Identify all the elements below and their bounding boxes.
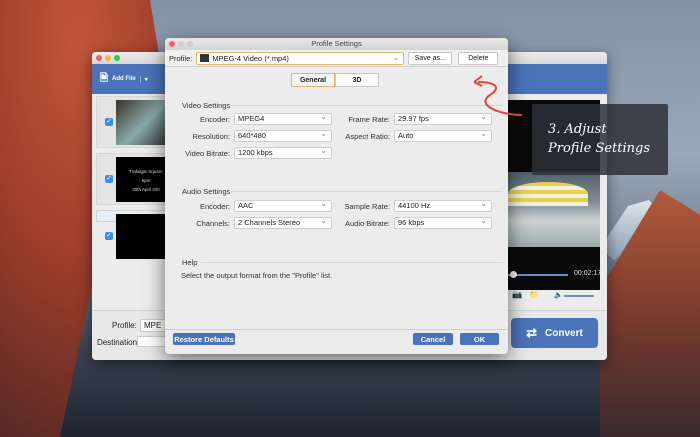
ok-button[interactable]: OK bbox=[460, 333, 499, 345]
snapshot-icon[interactable]: 📷 bbox=[512, 290, 522, 299]
dialog-title: Profile Settings bbox=[311, 39, 362, 48]
sample-rate-label: Sample Rate: bbox=[344, 202, 390, 211]
close-button[interactable] bbox=[96, 55, 102, 61]
checkbox[interactable]: ✓ bbox=[105, 175, 113, 183]
volume-icon[interactable]: 🔈 bbox=[554, 291, 563, 299]
sample-rate-select[interactable]: 44100 Hz bbox=[394, 199, 492, 212]
convert-button[interactable]: ⇄ Convert bbox=[511, 318, 598, 348]
video-encoder-select[interactable]: MPEG4 bbox=[234, 112, 332, 125]
profile-label: Profile: bbox=[169, 53, 193, 63]
convert-icon: ⇄ bbox=[526, 325, 538, 340]
tab-bar: General 3D bbox=[291, 73, 379, 87]
destination-label: Destination: bbox=[97, 338, 140, 347]
delete-button[interactable]: Delete bbox=[458, 51, 499, 65]
save-as-button[interactable]: Save as... bbox=[408, 51, 453, 65]
minimize-button[interactable] bbox=[105, 55, 111, 61]
progress-slider[interactable] bbox=[508, 274, 568, 276]
add-file-dropdown-icon[interactable]: ▾ bbox=[139, 75, 148, 83]
video-encoder-label: Encoder: bbox=[199, 115, 230, 124]
volume-slider[interactable] bbox=[564, 295, 594, 297]
annotation-arrow-icon bbox=[473, 75, 523, 116]
progress-handle[interactable] bbox=[510, 271, 517, 278]
dialog-titlebar: Profile Settings bbox=[165, 38, 508, 50]
aspect-ratio-label: Aspect Ratio: bbox=[345, 132, 390, 141]
help-heading: Help bbox=[182, 258, 198, 267]
resolution-select[interactable]: 640*480 bbox=[234, 129, 332, 142]
convert-label: Convert bbox=[545, 327, 583, 339]
zoom-button[interactable] bbox=[187, 41, 193, 47]
tab-3d[interactable]: 3D bbox=[335, 73, 379, 87]
audio-encoder-label: Encoder: bbox=[199, 202, 230, 211]
channels-select[interactable]: 2 Channels Stereo bbox=[234, 216, 332, 229]
profile-row: Profile: MPEG-4 Video (*.mp4) ⌄ Save as.… bbox=[165, 50, 508, 67]
chevron-down-icon: ⌄ bbox=[392, 52, 400, 62]
restore-defaults-button[interactable]: Restore Defaults bbox=[173, 333, 235, 345]
tab-general[interactable]: General bbox=[291, 73, 335, 87]
file-list: ✓ ✓ Trafalgar Square 6pm 30th April 200 ✓ bbox=[96, 96, 194, 259]
frame-rate-label: Frame Rate: bbox=[348, 115, 390, 124]
close-button[interactable] bbox=[169, 41, 175, 47]
add-file-icon: 🗎 bbox=[100, 72, 109, 84]
footer-divider bbox=[165, 329, 508, 330]
profile-label: Profile: bbox=[112, 321, 137, 330]
file-item[interactable]: ✓ Trafalgar Square 6pm 30th April 200 bbox=[96, 153, 176, 205]
aspect-ratio-select[interactable]: Auto bbox=[394, 129, 492, 142]
file-item[interactable]: ✓ bbox=[96, 96, 176, 148]
channels-label: Channels: bbox=[196, 219, 230, 228]
audio-encoder-select[interactable]: AAC bbox=[234, 199, 332, 212]
checkbox[interactable]: ✓ bbox=[105, 232, 113, 240]
minimize-button[interactable] bbox=[178, 41, 184, 47]
divider bbox=[201, 262, 503, 263]
annotation-line: Profile Settings bbox=[548, 141, 651, 156]
profile-settings-dialog: Profile Settings Profile: MPEG-4 Video (… bbox=[165, 38, 508, 354]
zoom-button[interactable] bbox=[114, 55, 120, 61]
annotation-line: 3. Adjust bbox=[548, 122, 607, 137]
umbrella bbox=[508, 182, 588, 206]
audio-bitrate-label: Audio Bitrate: bbox=[344, 219, 390, 228]
profile-select[interactable]: MPEG-4 Video (*.mp4) ⌄ bbox=[196, 51, 405, 65]
destination-input[interactable] bbox=[137, 336, 167, 347]
cancel-button[interactable]: Cancel bbox=[413, 333, 453, 345]
add-file-button[interactable]: Add File bbox=[112, 76, 136, 82]
profile-value: MPEG-4 Video (*.mp4) bbox=[212, 53, 289, 63]
checkbox[interactable]: ✓ bbox=[105, 118, 113, 126]
audio-bitrate-select[interactable]: 96 kbps bbox=[394, 216, 492, 229]
audio-settings-heading: Audio Settings bbox=[182, 187, 231, 196]
video-bitrate-select[interactable]: 1200 kbps bbox=[234, 146, 332, 159]
preview-frame bbox=[508, 172, 600, 247]
time-display: 00:02:17 bbox=[574, 270, 602, 277]
folder-icon[interactable]: 📁 bbox=[529, 290, 539, 299]
resolution-label: Resolution: bbox=[192, 132, 230, 141]
help-text: Select the output format from the "Profi… bbox=[181, 271, 333, 280]
divider bbox=[231, 191, 503, 192]
video-settings-heading: Video Settings bbox=[182, 101, 231, 110]
video-bitrate-label: Video Bitrate: bbox=[185, 149, 230, 158]
video-format-icon bbox=[200, 54, 210, 62]
annotation-callout: 3. Adjust Profile Settings bbox=[532, 104, 668, 175]
